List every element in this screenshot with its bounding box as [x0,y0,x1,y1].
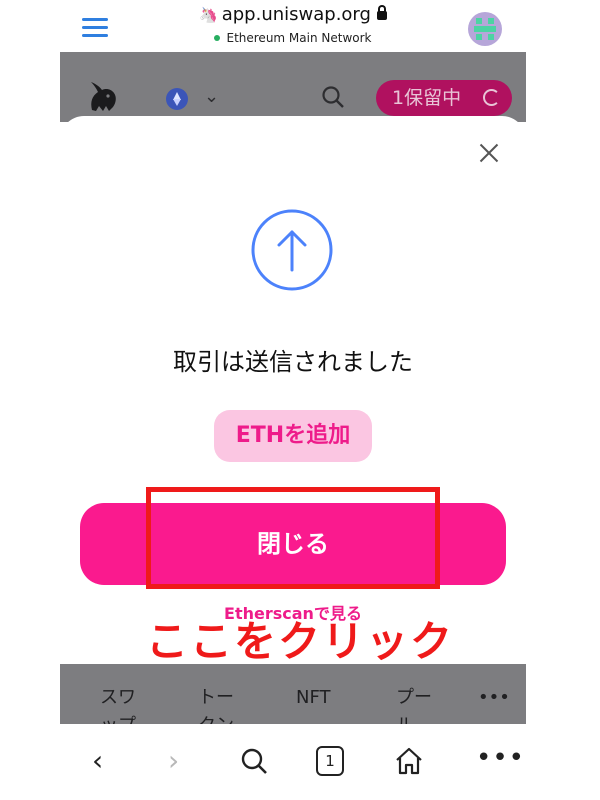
forward-icon[interactable]: › [168,746,179,776]
url-text: app.uniswap.org [221,4,371,25]
url-display[interactable]: 🦄 app.uniswap.org [60,4,526,25]
unicorn-logo-icon[interactable] [86,80,122,114]
spinner-icon [483,89,500,106]
more-icon[interactable]: ••• [476,745,525,776]
network-indicator[interactable]: Ethereum Main Network [60,31,526,45]
add-eth-button[interactable]: ETHを追加 [214,410,372,462]
pending-transactions-button[interactable]: 1保留中 [376,80,512,116]
pending-label: 1保留中 [392,87,462,109]
nav-item-pool[interactable]: プール [396,684,436,724]
click-here-annotation: ここをクリック [145,617,454,666]
nav-more-icon[interactable]: ••• [478,684,510,712]
network-status-dot [214,35,221,41]
browser-bottom-toolbar: ‹ › 1 ••• [0,724,600,800]
ethereum-icon[interactable] [166,88,188,110]
nav-item-nft[interactable]: NFT [296,684,331,712]
nav-item-swap[interactable]: スワップ [100,684,140,724]
chevron-down-icon[interactable]: ⌄ [204,86,219,107]
network-name: Ethereum Main Network [226,31,372,45]
dapp-bottom-nav: スワップ トークン NFT プール ••• [60,664,526,724]
lock-icon [376,5,387,20]
close-icon[interactable] [478,142,500,164]
account-avatar[interactable] [468,12,502,46]
browser-top-bar: 🦄 app.uniswap.org Ethereum Main Network [60,0,526,52]
screen: 🦄 app.uniswap.org Ethereum Main Network ⌄… [0,0,600,800]
home-icon[interactable] [394,746,424,776]
site-icon: 🦄 [199,6,218,24]
nav-item-tokens[interactable]: トークン [198,684,238,724]
search-icon[interactable] [240,746,268,776]
modal-title: 取引は送信されました [173,348,413,376]
highlight-box [146,487,440,589]
back-icon[interactable]: ‹ [92,746,103,776]
dapp-header: ⌄ 1保留中 [60,52,526,122]
arrow-up-circle-icon [251,209,333,291]
search-icon[interactable] [322,86,344,108]
tabs-icon[interactable]: 1 [316,746,344,776]
